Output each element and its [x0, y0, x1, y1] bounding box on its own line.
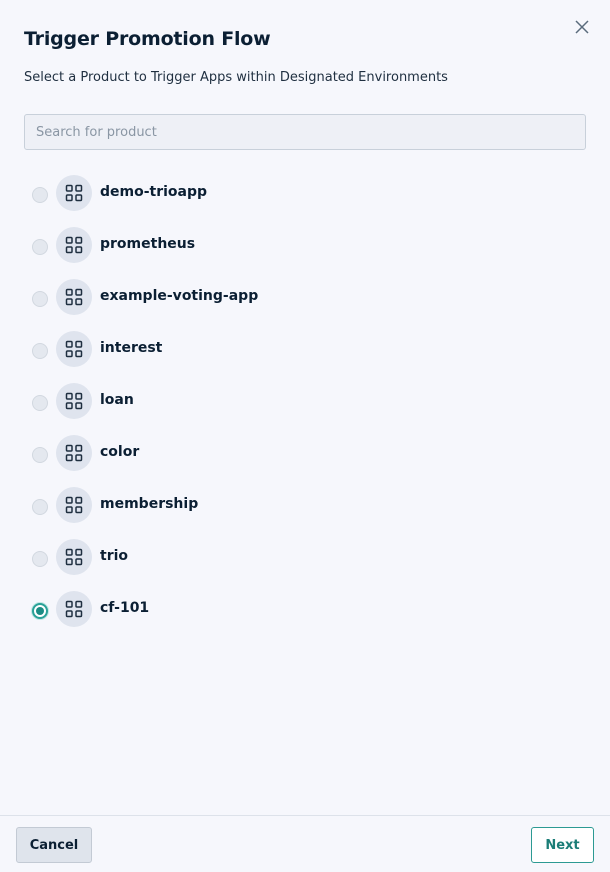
radio-unselected[interactable]	[32, 447, 48, 463]
next-button[interactable]: Next	[531, 827, 594, 863]
product-label: interest	[100, 340, 163, 356]
product-row[interactable]: trio	[0, 538, 610, 576]
product-row[interactable]: color	[0, 434, 610, 472]
radio-unselected[interactable]	[32, 239, 48, 255]
product-grid-icon	[56, 435, 92, 471]
product-label: example-voting-app	[100, 288, 259, 304]
product-row[interactable]: demo-trioapp	[0, 174, 610, 212]
product-row[interactable]: loan	[0, 382, 610, 420]
dialog-footer: Cancel Next	[0, 815, 610, 872]
product-grid-icon	[56, 539, 92, 575]
product-label: prometheus	[100, 236, 196, 252]
cancel-button[interactable]: Cancel	[16, 827, 92, 863]
search-input[interactable]	[24, 114, 586, 150]
product-row[interactable]: prometheus	[0, 226, 610, 264]
radio-unselected[interactable]	[32, 291, 48, 307]
product-grid-icon	[56, 487, 92, 523]
radio-selected[interactable]	[32, 603, 48, 619]
product-row[interactable]: interest	[0, 330, 610, 368]
product-grid-icon	[56, 591, 92, 627]
product-grid-icon	[56, 175, 92, 211]
radio-unselected[interactable]	[32, 343, 48, 359]
dialog-subtitle: Select a Product to Trigger Apps within …	[24, 70, 448, 85]
product-label: loan	[100, 392, 134, 408]
dialog-title: Trigger Promotion Flow	[24, 28, 271, 50]
product-row[interactable]: membership	[0, 486, 610, 524]
close-icon[interactable]	[572, 17, 592, 37]
product-label: cf-101	[100, 600, 150, 616]
product-row[interactable]: cf-101	[0, 590, 610, 628]
radio-unselected[interactable]	[32, 499, 48, 515]
product-label: color	[100, 444, 140, 460]
product-grid-icon	[56, 383, 92, 419]
product-label: membership	[100, 496, 199, 512]
product-label: demo-trioapp	[100, 184, 208, 200]
product-grid-icon	[56, 331, 92, 367]
product-row[interactable]: example-voting-app	[0, 278, 610, 316]
product-grid-icon	[56, 279, 92, 315]
product-grid-icon	[56, 227, 92, 263]
trigger-promotion-dialog: Trigger Promotion Flow Select a Product …	[0, 0, 610, 872]
radio-unselected[interactable]	[32, 551, 48, 567]
product-label: trio	[100, 548, 129, 564]
radio-unselected[interactable]	[32, 187, 48, 203]
radio-unselected[interactable]	[32, 395, 48, 411]
